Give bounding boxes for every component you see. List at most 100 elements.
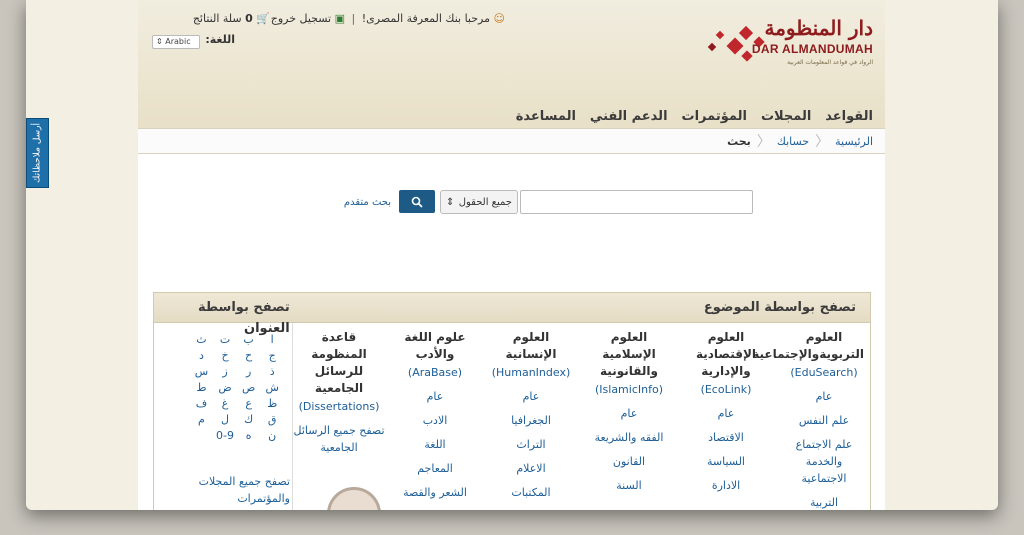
welcome-text: مرحبا بنك المعرفة المصرى! <box>361 12 491 25</box>
subject-link[interactable]: الاقتصاد <box>686 429 766 446</box>
subject-title[interactable]: العلوم الإنسانية <box>488 329 574 363</box>
subject-link[interactable]: الادارة <box>686 477 766 494</box>
letter-link[interactable]: 0-9 <box>213 429 237 442</box>
letter-link[interactable]: ت <box>213 333 237 346</box>
subject-link[interactable]: عام <box>488 388 574 405</box>
results-cart[interactable]: 🛒 0 سلة النتائج <box>193 12 270 25</box>
nav-help[interactable]: المساعدة <box>516 109 576 124</box>
chevron-left-icon: 〈 <box>756 134 771 150</box>
subject-code[interactable]: (AraBase) <box>396 365 474 381</box>
search-field-select[interactable]: جميع الحقول ⇕ <box>440 190 518 214</box>
subject-link[interactable]: الجغرافيا <box>488 412 574 429</box>
subject-column: العلوم الإسلامية والقانونية (IslamicInfo… <box>588 329 670 494</box>
browse-all-journals-link[interactable]: تصفح جميع المجلات والمؤتمرات <box>166 473 290 507</box>
subject-link[interactable]: علم النفس <box>784 412 864 429</box>
letter-link[interactable]: ق <box>260 413 284 426</box>
subject-link[interactable]: علم الاجتماع والخدمة الاجتماعية <box>784 436 864 487</box>
letter-link[interactable]: ظ <box>260 397 284 410</box>
subject-title[interactable]: قاعدة المنظومة للرسائل الجامعية <box>292 329 386 397</box>
subject-code[interactable]: (HumanIndex) <box>488 365 574 381</box>
letter-link[interactable]: د <box>190 349 214 362</box>
subject-link[interactable]: الشعر والقصة <box>396 484 474 501</box>
nav-journals[interactable]: المجلات <box>761 109 811 124</box>
search-input[interactable] <box>520 190 753 214</box>
letter-link[interactable]: ذ <box>260 365 284 378</box>
subject-link[interactable]: عام <box>686 405 766 422</box>
search-button[interactable] <box>399 190 435 213</box>
nav-databases[interactable]: القواعد <box>825 109 873 124</box>
letter-link[interactable]: ح <box>237 349 261 362</box>
logout-icon: ▣ <box>334 12 346 25</box>
subject-link[interactable]: المعاجم <box>396 460 474 477</box>
browse-panel-body: العلوم التربويةوالإجتماعية (EduSearch) ع… <box>154 321 870 510</box>
letter-spacer <box>166 397 190 410</box>
letter-link[interactable]: ف <box>190 397 214 410</box>
advanced-search-link[interactable]: بحث متقدم <box>344 197 391 208</box>
site-header: دار المنظومة DAR ALMANDUMAH الرواد في قو… <box>138 0 885 128</box>
breadcrumb-home[interactable]: الرئيسية <box>835 135 873 148</box>
subject-title[interactable]: العلوم التربويةوالإجتماعية <box>752 329 864 363</box>
logo-tagline: الرواد في قواعد المعلومات العربية <box>787 59 873 66</box>
letter-link[interactable]: ج <box>260 349 284 362</box>
letter-link[interactable]: ش <box>260 381 284 394</box>
subject-link[interactable]: الفقه والشريعة <box>588 429 670 446</box>
subject-title[interactable]: علوم اللغة والأدب <box>396 329 474 363</box>
subject-link[interactable]: السنة <box>588 477 670 494</box>
nav-conferences[interactable]: المؤتمرات <box>682 109 747 124</box>
subject-title[interactable]: العلوم الإسلامية والقانونية <box>588 329 670 380</box>
sort-arrows-icon: ⇕ <box>446 196 455 208</box>
page: دار المنظومة DAR ALMANDUMAH الرواد في قو… <box>138 0 885 510</box>
subject-link[interactable]: اللغة <box>396 436 474 453</box>
site-logo[interactable]: دار المنظومة DAR ALMANDUMAH الرواد في قو… <box>698 16 873 70</box>
language-select[interactable]: ⇕ Arabic <box>152 35 200 49</box>
letter-link[interactable]: ر <box>237 365 261 378</box>
subject-link[interactable]: الاعلام <box>488 460 574 477</box>
subject-link[interactable]: عام <box>784 388 864 405</box>
breadcrumb-account[interactable]: حسابك <box>777 135 809 148</box>
subject-link[interactable]: المكتبات <box>488 484 574 501</box>
letter-link[interactable]: ه <box>237 429 261 442</box>
subject-link[interactable]: التربية <box>784 494 864 510</box>
letter-link[interactable]: غ <box>213 397 237 410</box>
letter-spacer <box>166 333 190 346</box>
subject-column: علوم اللغة والأدب (AraBase) عام الادب ال… <box>396 329 474 501</box>
letter-link[interactable]: ن <box>260 429 284 442</box>
letter-link[interactable]: ص <box>237 381 261 394</box>
subject-link[interactable]: الادب <box>396 412 474 429</box>
subject-link[interactable]: تصفح جميع الرسائل الجامعية <box>292 422 386 456</box>
subject-code[interactable]: (Dissertations) <box>292 399 386 415</box>
separator: | <box>351 12 356 25</box>
search-icon <box>411 196 423 208</box>
letter-link[interactable]: ز <box>213 365 237 378</box>
nav-support[interactable]: الدعم الفني <box>590 109 668 124</box>
letter-link[interactable]: ب <box>237 333 261 346</box>
letter-link[interactable]: ع <box>237 397 261 410</box>
subject-link[interactable]: عام <box>588 405 670 422</box>
letter-link[interactable]: ض <box>213 381 237 394</box>
subject-link[interactable]: السياسة <box>686 453 766 470</box>
field-select-value: جميع الحقول <box>458 196 512 208</box>
cart-label: سلة النتائج <box>192 12 242 25</box>
subject-code[interactable]: (IslamicInfo) <box>588 382 670 398</box>
main-nav: القواعد المجلات المؤتمرات الدعم الفني ال… <box>138 104 885 128</box>
letter-link[interactable]: ث <box>190 333 214 346</box>
subject-title[interactable]: العلوم الإقتصادية والإدارية <box>686 329 766 380</box>
browse-panel: تصفح بواسطة الموضوع تصفح بواسطة العلوم ا… <box>153 292 871 510</box>
sort-arrows-icon: ⇕ <box>156 37 163 46</box>
letter-link[interactable]: س <box>190 365 214 378</box>
subject-column: العلوم الإقتصادية والإدارية (EcoLink) عا… <box>686 329 766 494</box>
letter-link[interactable]: ط <box>190 381 214 394</box>
logout-link[interactable]: تسجيل خروج <box>271 12 331 25</box>
subject-code[interactable]: (EduSearch) <box>784 365 864 381</box>
letter-link[interactable]: ك <box>237 413 261 426</box>
letter-link[interactable]: م <box>190 413 214 426</box>
letter-link[interactable]: خ <box>213 349 237 362</box>
feedback-tab[interactable]: أرسل ملاحظاتك <box>26 118 49 188</box>
letter-link[interactable]: ا <box>260 333 284 346</box>
subject-link[interactable]: القانون <box>588 453 670 470</box>
subject-link[interactable]: التراث <box>488 436 574 453</box>
subject-code[interactable]: (EcoLink) <box>686 382 766 398</box>
letter-link[interactable]: ل <box>213 413 237 426</box>
subject-link[interactable]: عام <box>396 388 474 405</box>
chevron-left-icon: 〈 <box>815 134 830 150</box>
